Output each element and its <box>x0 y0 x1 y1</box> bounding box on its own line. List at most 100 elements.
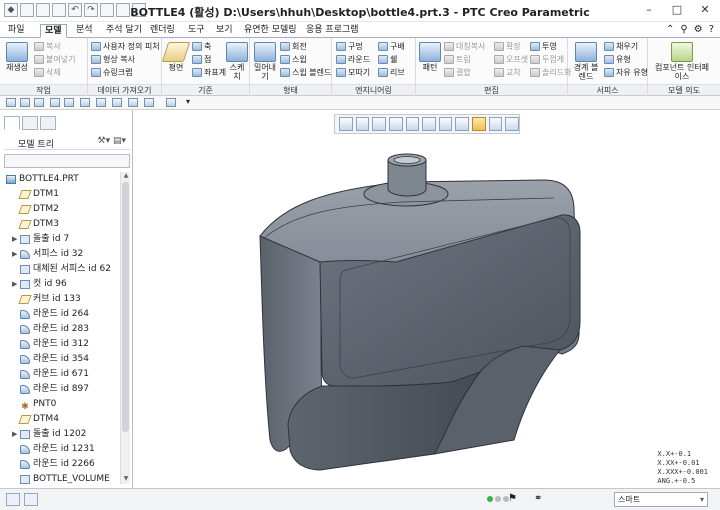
shrinkwrap-button[interactable]: 슈링크랩 <box>91 67 132 78</box>
tree-node[interactable]: 라운드 id 312 <box>20 337 89 352</box>
tree-node[interactable]: 라운드 id 1231 <box>20 442 95 457</box>
regenerate-button[interactable]: 재생성 <box>3 42 31 72</box>
tree-node[interactable]: BOTTLE_VOLUME <box>20 472 110 484</box>
appearance-icon[interactable] <box>144 98 154 107</box>
project-button[interactable]: 투영 <box>530 41 557 52</box>
tree-node[interactable]: 대체된 서피스 id 62 <box>20 262 111 277</box>
sweep-button[interactable]: 스윕 <box>280 54 307 65</box>
window-icon[interactable] <box>96 98 106 107</box>
new-icon[interactable] <box>6 98 16 107</box>
select-icon[interactable] <box>128 98 138 107</box>
tree-node[interactable]: ▶ 돌출 id 7 <box>12 232 69 247</box>
flag-icon[interactable]: ⚑ <box>508 493 522 506</box>
ribbon-group-label[interactable]: 형태 <box>250 84 331 95</box>
chamfer-button[interactable]: 모따기 <box>336 67 370 78</box>
tab-file[interactable]: 파일 <box>4 24 29 38</box>
redo-icon[interactable] <box>64 98 74 107</box>
settings-icon[interactable]: ⚙ <box>694 24 703 35</box>
ribbon-group-label[interactable]: 서피스 <box>568 84 647 95</box>
copy-button[interactable]: 복사 <box>34 41 61 52</box>
favorites-tab-icon[interactable] <box>40 116 56 130</box>
browser-toggle-icon[interactable] <box>24 493 38 506</box>
search-icon[interactable]: ⚲ <box>680 24 687 35</box>
plane-button[interactable]: 평면 <box>161 42 191 72</box>
tab-annotate[interactable]: 주석 달기 <box>102 24 146 38</box>
extrude-button[interactable]: 밀어내기 <box>252 42 278 81</box>
ribbon-group-label[interactable]: 기준 <box>162 84 249 95</box>
delete-button[interactable]: 삭제 <box>34 67 61 78</box>
tree-node[interactable]: ▶ 컷 id 96 <box>12 277 67 292</box>
tree-node[interactable]: DTM4 <box>18 412 59 427</box>
round-button[interactable]: 라운드 <box>336 54 370 65</box>
boundary-blend-button[interactable]: 경계 블렌드 <box>571 42 601 81</box>
expand-icon[interactable]: ▶ <box>12 232 20 247</box>
tree-node[interactable]: ✱ PNT0 <box>20 397 56 412</box>
navigator-toggle-icon[interactable] <box>6 493 20 506</box>
tree-node-root[interactable]: BOTTLE4.PRT <box>6 172 79 187</box>
tree-search-input[interactable] <box>4 154 130 168</box>
tree-node[interactable]: 라운드 id 897 <box>20 382 89 397</box>
tree-node[interactable]: DTM2 <box>18 202 59 217</box>
tab-render[interactable]: 렌더링 <box>146 24 179 38</box>
folder-browser-tab-icon[interactable] <box>22 116 38 130</box>
style-button[interactable]: 유형 <box>604 54 631 65</box>
rib-button[interactable]: 리브 <box>378 67 405 78</box>
scroll-down-icon[interactable]: ▼ <box>121 475 131 484</box>
coordinate-system-button[interactable]: 좌표계 <box>192 67 226 78</box>
open-icon[interactable] <box>20 98 30 107</box>
offset-button[interactable]: 오프셋 <box>494 54 528 65</box>
tab-model[interactable]: 모델 <box>40 24 67 38</box>
maximize-button[interactable]: □ <box>666 2 688 18</box>
tree-node[interactable]: 커브 id 133 <box>18 292 81 307</box>
fill-button[interactable]: 채우기 <box>604 41 638 52</box>
collapse-ribbon-icon[interactable]: ⌃ <box>666 24 674 35</box>
bottle-model[interactable] <box>134 110 720 488</box>
merge-button[interactable]: 결합 <box>444 67 471 78</box>
help-icon[interactable]: ? <box>709 24 714 35</box>
extend-button[interactable]: 확장 <box>494 41 521 52</box>
copy-geometry-button[interactable]: 형상 복사 <box>91 54 135 65</box>
tab-view[interactable]: 보기 <box>212 24 237 38</box>
tree-node[interactable]: 라운드 id 264 <box>20 307 89 322</box>
find-icon[interactable]: ⚭ <box>534 493 548 506</box>
tree-node[interactable]: DTM1 <box>18 187 59 202</box>
tab-tools[interactable]: 도구 <box>184 24 209 38</box>
tab-flexible-modeling[interactable]: 유연한 모델링 <box>240 24 301 38</box>
tree-settings-icon[interactable]: ⚒▾ ▤▾ <box>98 136 126 146</box>
tree-node[interactable]: 라운드 id 671 <box>20 367 89 382</box>
undo-icon[interactable] <box>50 98 60 107</box>
minimize-button[interactable]: – <box>638 2 660 18</box>
hole-button[interactable]: 구멍 <box>336 41 363 52</box>
mirror-button[interactable]: 대칭복사 <box>444 41 485 52</box>
ribbon-group-label[interactable]: 모델 의도 <box>648 84 720 95</box>
more-tools-icon[interactable]: ▾ <box>186 98 196 107</box>
freestyle-button[interactable]: 자유 유형 <box>604 67 648 78</box>
shell-button[interactable]: 쉘 <box>378 54 397 65</box>
intersect-button[interactable]: 교차 <box>494 67 521 78</box>
tree-scrollbar[interactable]: ▲ ▼ <box>120 172 130 484</box>
point-button[interactable]: 점 <box>192 54 211 65</box>
thicken-button[interactable]: 두껍게 <box>530 54 564 65</box>
expand-icon[interactable]: ▶ <box>12 277 20 292</box>
tree-node[interactable]: 라운드 id 283 <box>20 322 89 337</box>
user-defined-feature-button[interactable]: 사용자 정의 피처 <box>91 41 160 52</box>
expand-icon[interactable]: ▶ <box>12 247 20 262</box>
axis-button[interactable]: 축 <box>192 41 211 52</box>
tree-node[interactable]: 라운드 id 354 <box>20 352 89 367</box>
regenerate-icon[interactable] <box>80 98 90 107</box>
tree-node[interactable]: ▶ 서피스 id 32 <box>12 247 83 262</box>
selection-filter[interactable]: 스마트 <box>614 492 708 507</box>
tab-analysis[interactable]: 분석 <box>72 24 97 38</box>
draft-button[interactable]: 구배 <box>378 41 405 52</box>
model-tree-tab-icon[interactable] <box>4 116 20 130</box>
trim-button[interactable]: 트림 <box>444 54 471 65</box>
pattern-button[interactable]: 패턴 <box>419 42 441 72</box>
tree-node[interactable]: ▶ 돌출 id 1202 <box>12 427 86 442</box>
paste-button[interactable]: 붙여넣기 <box>34 54 75 65</box>
graphics-window[interactable]: X.X+-0.1 X.XX+-0.01 X.XXX+-0.001 ANG.+-0… <box>134 110 720 488</box>
swept-blend-button[interactable]: 스윕 블렌드 <box>280 67 331 78</box>
expand-icon[interactable]: ▶ <box>12 427 20 442</box>
solidify-button[interactable]: 솔리드화 <box>530 67 571 78</box>
tab-applications[interactable]: 응용 프로그램 <box>302 24 363 38</box>
tree-node[interactable]: 라운드 id 2266 <box>20 457 95 472</box>
